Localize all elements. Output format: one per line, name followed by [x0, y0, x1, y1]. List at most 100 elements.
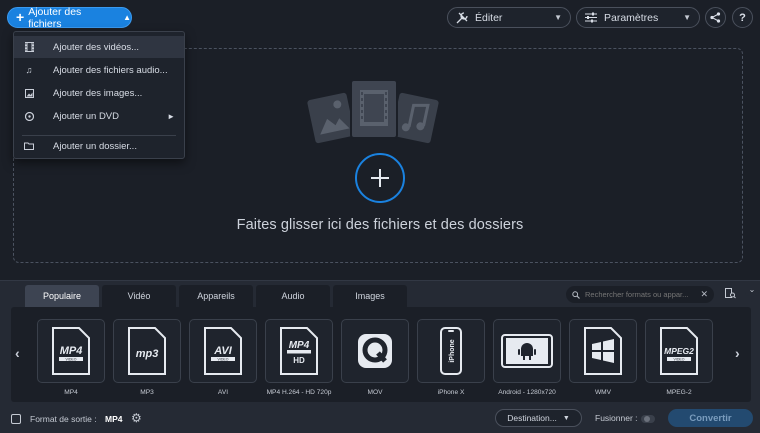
menu-item-label: Ajouter des images... — [53, 87, 143, 99]
svg-text:HD: HD — [293, 356, 305, 365]
add-files-button[interactable]: + Ajouter des fichiers ▲ — [7, 5, 132, 30]
format-label: MOV — [367, 389, 383, 396]
output-format-value: MP4 — [105, 414, 123, 424]
tools-icon — [456, 11, 468, 23]
format-iphone-x[interactable]: iPhone iPhone X — [417, 319, 485, 396]
search-icon — [572, 290, 580, 299]
folder-icon — [24, 141, 34, 151]
share-icon — [710, 12, 721, 23]
chevron-up-icon: ▲ — [123, 13, 131, 22]
clear-search-icon[interactable]: ✕ — [700, 289, 708, 300]
destination-label: Destination... — [507, 413, 557, 423]
convert-button[interactable]: Convertir — [668, 409, 753, 427]
image-icon — [24, 88, 34, 98]
carousel-next-icon[interactable]: › — [735, 345, 740, 361]
format-mp4-hd-720p[interactable]: MP4 HD MP4 H.264 - HD 720p — [265, 319, 333, 396]
windows-file-icon — [584, 327, 622, 375]
tab-devices[interactable]: Appareils — [179, 285, 253, 307]
merge-label: Fusionner : — [595, 413, 638, 423]
format-mov[interactable]: MOV — [341, 319, 409, 396]
format-card — [569, 319, 637, 383]
tab-video[interactable]: Vidéo — [102, 285, 176, 307]
collapse-panel-button[interactable]: ⌄ — [745, 282, 759, 296]
settings-dropdown[interactable]: Paramètres ▼ — [576, 7, 700, 28]
format-card — [493, 319, 561, 383]
chevron-down-icon: ▼ — [683, 13, 691, 22]
menu-item-label: Ajouter un dossier... — [53, 140, 137, 152]
help-icon: ? — [739, 11, 746, 24]
android-tablet-icon — [501, 334, 553, 368]
music-note-icon: ♫ — [25, 65, 33, 75]
tab-popular[interactable]: Populaire — [25, 285, 99, 307]
edit-label: Éditer — [475, 11, 503, 24]
add-files-label: Ajouter des fichiers — [28, 5, 82, 30]
format-card: iPhone — [417, 319, 485, 383]
svg-text:iPhone: iPhone — [449, 339, 456, 362]
format-label: AVI — [217, 389, 229, 396]
mp3-file-icon: mp3 — [128, 327, 166, 375]
disc-icon — [24, 111, 34, 121]
plus-icon: + — [16, 9, 25, 25]
svg-text:MP4: MP4 — [60, 345, 83, 357]
gear-icon[interactable]: ⚙ — [131, 411, 142, 425]
menu-item-add-dvd[interactable]: Ajouter un DVD ► — [14, 105, 184, 127]
status-bar: Format de sortie : MP4 ⚙ Destination... … — [0, 407, 760, 433]
svg-text:VIDEO: VIDEO — [674, 357, 685, 361]
format-carousel: ‹ › MP4VIDEO MP4 mp3 MP3 AVIVIDEO AVI — [11, 307, 751, 402]
menu-item-label: Ajouter des fichiers audio... — [53, 64, 168, 76]
tab-images[interactable]: Images — [333, 285, 407, 307]
help-button[interactable]: ? — [732, 7, 753, 28]
format-label: MP4 H.264 - HD 720p — [266, 389, 332, 396]
menu-item-add-folder[interactable]: Ajouter un dossier... — [14, 135, 184, 157]
add-files-circle-button[interactable] — [355, 153, 405, 203]
format-label: MP4 — [64, 389, 78, 396]
format-panel: Populaire Vidéo Appareils Audio Images ✕… — [0, 280, 760, 433]
format-label: WMV — [594, 389, 612, 396]
format-card: MP4 VIDEO — [37, 319, 105, 383]
format-label: Android - 1280x720 — [498, 389, 556, 396]
format-tabs: Populaire Vidéo Appareils Audio Images — [25, 285, 407, 307]
svg-text:VIDEO: VIDEO — [66, 357, 77, 361]
format-mpeg2[interactable]: MPEG2 VIDEO MPEG-2 — [645, 319, 713, 396]
drop-zone-hint: Faites glisser ici des fichiers et des d… — [236, 217, 524, 233]
mp4-hd-file-icon: MP4 HD — [280, 327, 318, 375]
menu-item-add-images[interactable]: Ajouter des images... — [14, 82, 184, 104]
edit-dropdown[interactable]: Éditer ▼ — [447, 7, 571, 28]
format-wmv[interactable]: WMV — [569, 319, 637, 396]
destination-dropdown[interactable]: Destination... ▼ — [495, 409, 582, 427]
iphone-icon: iPhone — [440, 327, 462, 375]
format-android-720[interactable]: Android - 1280x720 — [493, 319, 561, 396]
merge-toggle[interactable] — [641, 415, 655, 423]
quicktime-icon — [358, 334, 392, 368]
svg-text:AVI: AVI — [213, 345, 232, 357]
format-mp3[interactable]: mp3 MP3 — [113, 319, 181, 396]
media-files-illustration — [307, 80, 439, 144]
svg-text:VIDEO: VIDEO — [218, 357, 229, 361]
format-card: MP4 HD — [265, 319, 333, 383]
format-card — [341, 319, 409, 383]
svg-text:mp3: mp3 — [136, 348, 159, 360]
chevron-down-icon: ▼ — [554, 13, 562, 22]
device-detect-button[interactable] — [722, 285, 738, 302]
format-card: mp3 — [113, 319, 181, 383]
chevron-down-icon: ⌄ — [748, 284, 756, 294]
format-search-input[interactable] — [585, 290, 700, 299]
share-button[interactable] — [705, 7, 726, 28]
format-card: AVI VIDEO — [189, 319, 257, 383]
tab-audio[interactable]: Audio — [256, 285, 330, 307]
mp4-file-icon: MP4VIDEO — [52, 327, 90, 375]
film-icon — [24, 42, 34, 52]
add-files-menu: Ajouter des vidéos... ♫ Ajouter des fich… — [13, 31, 185, 159]
menu-item-add-videos[interactable]: Ajouter des vidéos... — [14, 36, 184, 58]
menu-item-label: Ajouter un DVD — [53, 110, 120, 122]
format-card: MPEG2 VIDEO — [645, 319, 713, 383]
device-search-icon — [724, 288, 736, 299]
chevron-down-icon: ▼ — [562, 414, 570, 422]
carousel-prev-icon[interactable]: ‹ — [15, 345, 20, 361]
format-search: ✕ — [566, 286, 714, 303]
plus-icon — [371, 169, 389, 187]
menu-item-label: Ajouter des vidéos... — [53, 41, 140, 53]
menu-item-add-audio[interactable]: ♫ Ajouter des fichiers audio... — [14, 59, 184, 81]
format-mp4[interactable]: MP4 VIDEO MP4 — [37, 319, 105, 396]
format-avi[interactable]: AVI VIDEO AVI — [189, 319, 257, 396]
